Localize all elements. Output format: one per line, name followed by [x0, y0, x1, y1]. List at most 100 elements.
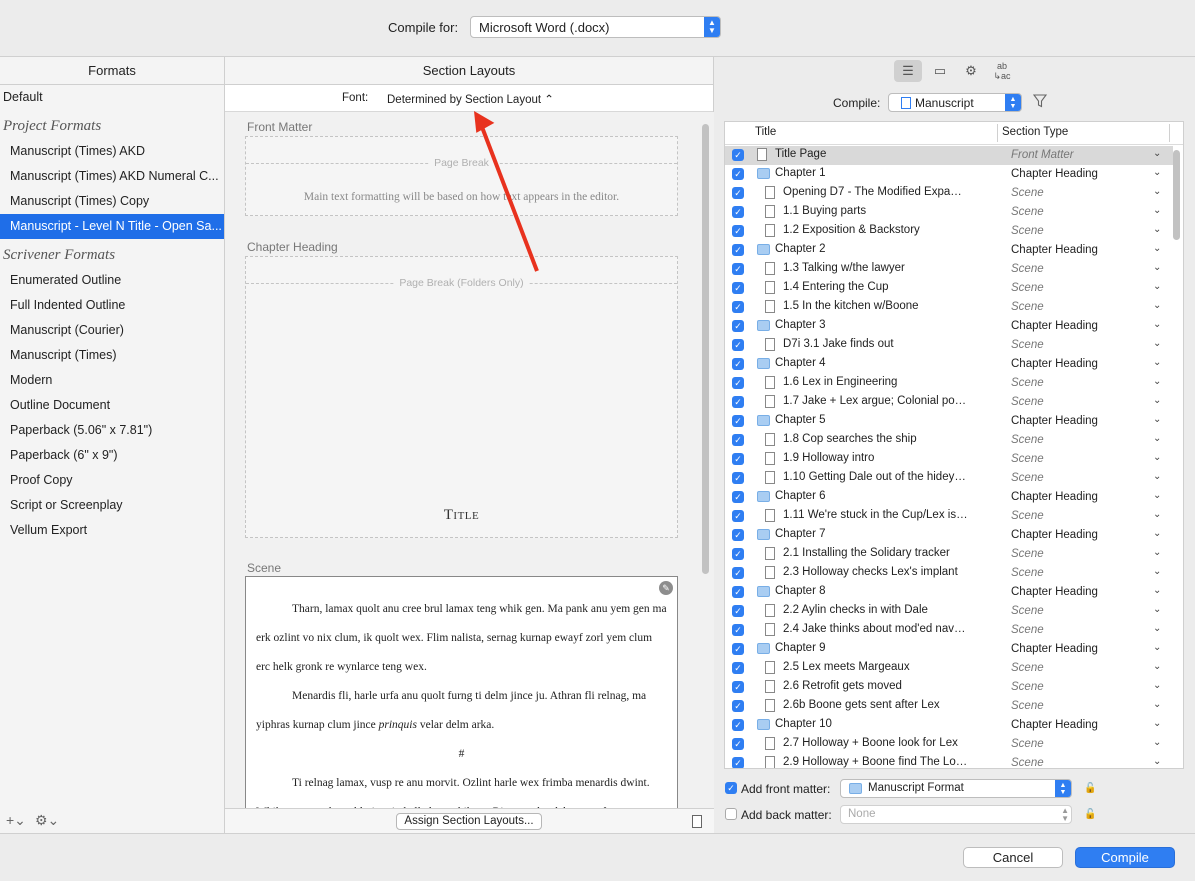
format-item-default[interactable]: Default — [0, 85, 224, 110]
format-item[interactable]: Script or Screenplay — [0, 493, 224, 518]
include-checkbox[interactable]: ✓ — [732, 225, 744, 237]
include-checkbox[interactable]: ✓ — [732, 453, 744, 465]
format-item[interactable]: Proof Copy — [0, 468, 224, 493]
filter-icon[interactable] — [1033, 94, 1047, 108]
row-section-type[interactable]: Scene — [1011, 396, 1044, 408]
row-section-type[interactable]: Chapter Heading — [1011, 719, 1098, 731]
include-checkbox[interactable]: ✓ — [732, 244, 744, 256]
outline-row[interactable]: ✓ 1.9 Holloway intro Scene ⌄ — [725, 450, 1173, 469]
format-item[interactable]: Manuscript (Times) AKD — [0, 139, 224, 164]
include-checkbox[interactable]: ✓ — [732, 187, 744, 199]
chevron-down-icon[interactable]: ⌄ — [1153, 319, 1161, 330]
outline-row[interactable]: ✓ 2.6b Boone gets sent after Lex Scene ⌄ — [725, 697, 1173, 716]
row-section-type[interactable]: Scene — [1011, 681, 1044, 693]
row-section-type[interactable]: Scene — [1011, 339, 1044, 351]
outline-row[interactable]: ✓ Chapter 1 Chapter Heading ⌄ — [725, 165, 1173, 184]
compile-button[interactable]: Compile — [1075, 847, 1175, 868]
outline-row[interactable]: ✓ 2.5 Lex meets Margeaux Scene ⌄ — [725, 659, 1173, 678]
row-section-type[interactable]: Scene — [1011, 225, 1044, 237]
row-section-type[interactable]: Chapter Heading — [1011, 320, 1098, 332]
format-item[interactable]: Manuscript (Courier) — [0, 318, 224, 343]
scrollbar[interactable] — [702, 124, 709, 574]
outline-row[interactable]: ✓ Chapter 3 Chapter Heading ⌄ — [725, 317, 1173, 336]
format-item[interactable]: Manuscript (Times) — [0, 343, 224, 368]
include-checkbox[interactable]: ✓ — [732, 434, 744, 446]
include-checkbox[interactable]: ✓ — [732, 529, 744, 541]
row-section-type[interactable]: Scene — [1011, 472, 1044, 484]
chevron-down-icon[interactable]: ⌄ — [1153, 357, 1161, 368]
include-checkbox[interactable]: ✓ — [732, 719, 744, 731]
chevron-down-icon[interactable]: ⌄ — [1153, 414, 1161, 425]
include-checkbox[interactable]: ✓ — [732, 605, 744, 617]
plus-icon[interactable]: +⌄ — [6, 812, 26, 829]
chevron-down-icon[interactable]: ⌄ — [1153, 509, 1161, 520]
outline-row[interactable]: ✓ 1.3 Talking w/the lawyer Scene ⌄ — [725, 260, 1173, 279]
format-item[interactable]: Manuscript (Times) Copy — [0, 189, 224, 214]
include-checkbox[interactable]: ✓ — [732, 396, 744, 408]
gear-icon[interactable]: ⚙⌄ — [35, 812, 59, 829]
chevron-down-icon[interactable]: ⌄ — [1153, 604, 1161, 615]
chevron-down-icon[interactable]: ⌄ — [1153, 186, 1161, 197]
include-checkbox[interactable]: ✓ — [732, 510, 744, 522]
include-checkbox[interactable]: ✓ — [732, 263, 744, 275]
row-section-type[interactable]: Scene — [1011, 624, 1044, 636]
row-section-type[interactable]: Scene — [1011, 377, 1044, 389]
include-checkbox[interactable]: ✓ — [732, 624, 744, 636]
scrollbar[interactable] — [1173, 150, 1180, 240]
include-checkbox[interactable]: ✓ — [732, 662, 744, 674]
label-icon[interactable]: ▭ — [926, 60, 954, 82]
include-checkbox[interactable]: ✓ — [732, 415, 744, 427]
include-checkbox[interactable]: ✓ — [732, 206, 744, 218]
chevron-down-icon[interactable]: ⌄ — [1153, 547, 1161, 558]
chapter-heading-layout[interactable]: Page Break (Folders Only) TITLE — [245, 256, 678, 538]
outline-row[interactable]: ✓ Chapter 4 Chapter Heading ⌄ — [725, 355, 1173, 374]
assign-section-layouts-button[interactable]: Assign Section Layouts... — [396, 813, 542, 830]
chevron-down-icon[interactable]: ⌄ — [1153, 338, 1161, 349]
outline-row[interactable]: ✓ 2.9 Holloway + Boone find The Locker Sce… — [725, 754, 1173, 768]
compile-for-select[interactable]: Microsoft Word (.docx) ▲ ▼ — [470, 16, 721, 38]
contents-outline[interactable]: Title Section Type ✓ Title Page Front Matt… — [724, 121, 1184, 769]
include-checkbox[interactable]: ✓ — [732, 757, 744, 768]
chevron-down-icon[interactable]: ⌄ — [1153, 661, 1161, 672]
format-item-selected[interactable]: Manuscript - Level N Title - Open Sa... — [0, 214, 224, 239]
outline-row[interactable]: ✓ Chapter 6 Chapter Heading ⌄ — [725, 488, 1173, 507]
chevron-down-icon[interactable]: ⌄ — [1153, 699, 1161, 710]
row-section-type[interactable]: Scene — [1011, 738, 1044, 750]
row-section-type[interactable]: Chapter Heading — [1011, 168, 1098, 180]
include-checkbox[interactable]: ✓ — [732, 377, 744, 389]
outline-row[interactable]: ✓ 2.6 Retrofit gets moved Scene ⌄ — [725, 678, 1173, 697]
row-section-type[interactable]: Front Matter — [1011, 149, 1074, 161]
include-checkbox[interactable]: ✓ — [732, 320, 744, 332]
outline-row[interactable]: ✓ Chapter 2 Chapter Heading ⌄ — [725, 241, 1173, 260]
include-checkbox[interactable]: ✓ — [732, 700, 744, 712]
chevron-down-icon[interactable]: ⌄ — [1153, 205, 1161, 216]
row-section-type[interactable]: Scene — [1011, 187, 1044, 199]
row-section-type[interactable]: Scene — [1011, 282, 1044, 294]
front-matter-select[interactable]: Manuscript Format ▲ ▼ — [840, 779, 1072, 798]
outline-row[interactable]: ✓ 1.10 Getting Dale out of the hidey-hole… — [725, 469, 1173, 488]
row-section-type[interactable]: Chapter Heading — [1011, 491, 1098, 503]
outline-row[interactable]: ✓ 2.4 Jake thinks about mod'ed navigating… — [725, 621, 1173, 640]
outline-row[interactable]: ✓ Chapter 8 Chapter Heading ⌄ — [725, 583, 1173, 602]
format-item[interactable]: Paperback (6" x 9") — [0, 443, 224, 468]
pencil-icon[interactable]: ✎ — [659, 581, 673, 595]
chevron-down-icon[interactable]: ⌄ — [1153, 452, 1161, 463]
chevron-down-icon[interactable]: ⌄ — [1153, 642, 1161, 653]
lock-icon[interactable]: 🔓 — [1084, 783, 1096, 794]
chevron-down-icon[interactable]: ⌄ — [1153, 243, 1161, 254]
row-section-type[interactable]: Chapter Heading — [1011, 415, 1098, 427]
front-matter-layout[interactable]: Page Break Main text formatting will be … — [245, 136, 678, 216]
outline-row[interactable]: ✓ 1.1 Buying parts Scene ⌄ — [725, 203, 1173, 222]
chevron-down-icon[interactable]: ⌄ — [1153, 718, 1161, 729]
row-section-type[interactable]: Scene — [1011, 567, 1044, 579]
outline-row[interactable]: ✓ 1.5 In the kitchen w/Boone Scene ⌄ — [725, 298, 1173, 317]
column-title[interactable]: Title — [755, 126, 776, 138]
outline-row[interactable]: ✓ Chapter 5 Chapter Heading ⌄ — [725, 412, 1173, 431]
chevron-down-icon[interactable]: ⌄ — [1153, 680, 1161, 691]
outline-row[interactable]: ✓ Title Page Front Matter ⌄ — [725, 146, 1173, 165]
chevron-down-icon[interactable]: ⌄ — [1153, 433, 1161, 444]
cancel-button[interactable]: Cancel — [963, 847, 1063, 868]
row-section-type[interactable]: Scene — [1011, 453, 1044, 465]
row-section-type[interactable]: Scene — [1011, 700, 1044, 712]
outline-row[interactable]: ✓ 1.6 Lex in Engineering Scene ⌄ — [725, 374, 1173, 393]
